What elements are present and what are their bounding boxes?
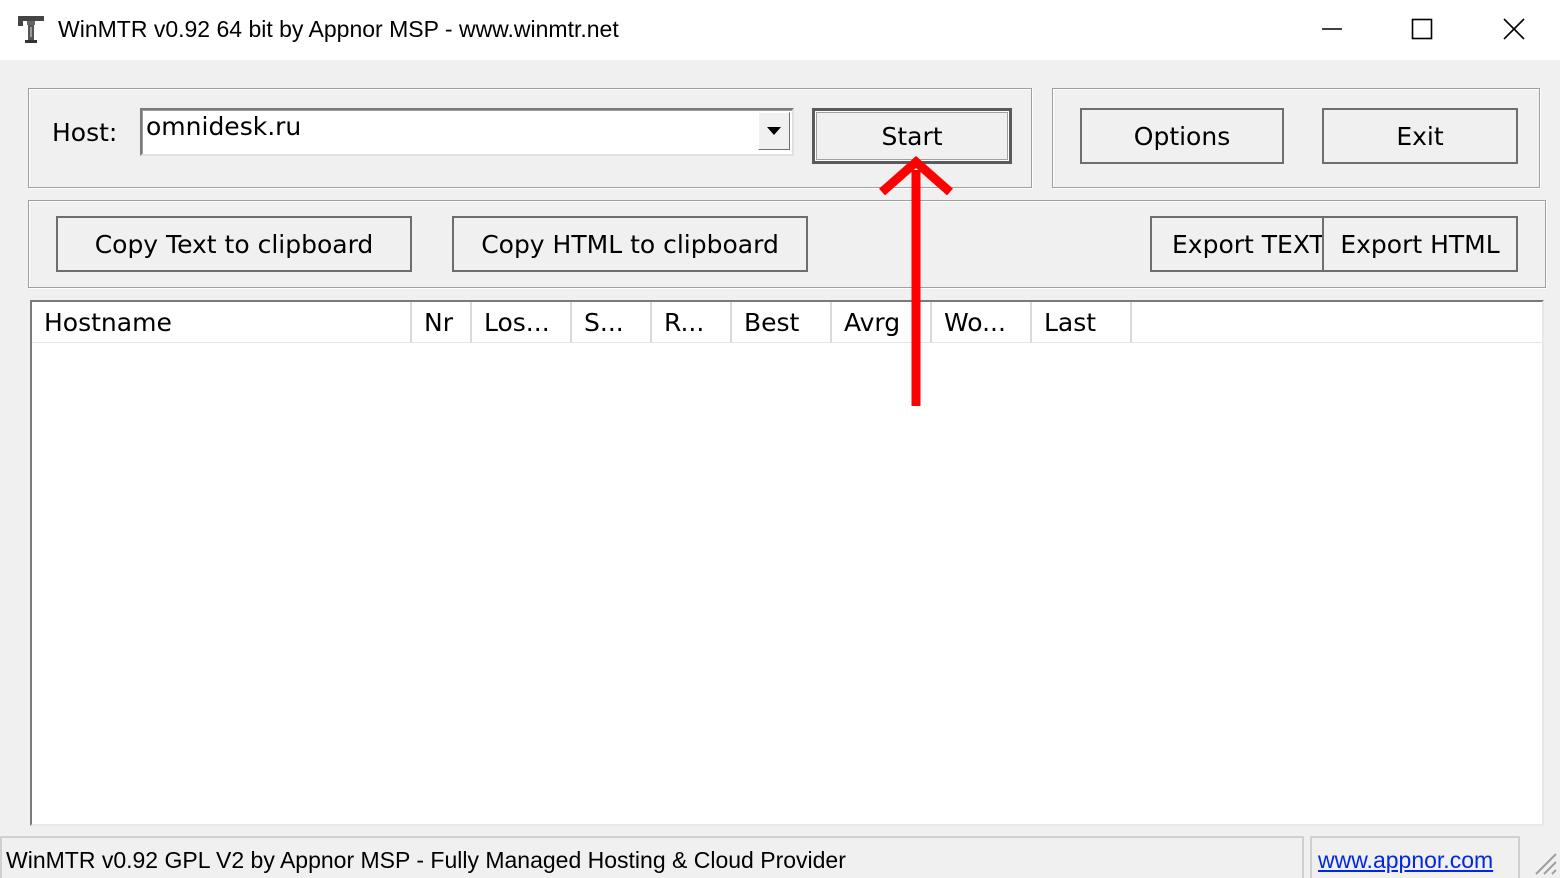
status-bar: WinMTR v0.92 GPL V2 by Appnor MSP - Full… xyxy=(0,832,1560,878)
column-header-avrg[interactable]: Avrg xyxy=(832,302,932,342)
maximize-icon xyxy=(1411,18,1433,40)
resize-grip-icon[interactable] xyxy=(1530,848,1558,876)
copy-text-button[interactable]: Copy Text to clipboard xyxy=(56,216,412,272)
column-header-nr[interactable]: Nr xyxy=(412,302,472,342)
status-link-pane: www.appnor.com xyxy=(1310,836,1520,878)
host-combobox[interactable]: omnidesk.ru xyxy=(140,108,794,156)
window-title: WinMTR v0.92 64 bit by Appnor MSP - www.… xyxy=(58,16,619,42)
column-header-best[interactable]: Best xyxy=(732,302,832,342)
column-header-hostname[interactable]: Hostname xyxy=(32,302,412,342)
options-button[interactable]: Options xyxy=(1080,108,1284,164)
table-header: Hostname Nr Los... S... R... Best Avrg W… xyxy=(32,302,1542,343)
status-text: WinMTR v0.92 GPL V2 by Appnor MSP - Full… xyxy=(0,836,1304,878)
column-header-worst[interactable]: Wo... xyxy=(932,302,1032,342)
chevron-down-icon xyxy=(767,127,781,135)
appnor-link[interactable]: www.appnor.com xyxy=(1318,847,1493,873)
minimize-icon xyxy=(1322,28,1342,30)
close-button[interactable] xyxy=(1469,0,1559,58)
exit-button[interactable]: Exit xyxy=(1322,108,1518,164)
column-header-last[interactable]: Last xyxy=(1032,302,1132,342)
export-text-button[interactable]: Export TEXT xyxy=(1150,216,1326,272)
export-html-button[interactable]: Export HTML xyxy=(1322,216,1518,272)
start-button[interactable]: Start xyxy=(812,108,1012,164)
column-header-sent[interactable]: S... xyxy=(572,302,652,342)
combo-dropdown-button[interactable] xyxy=(758,112,790,150)
title-bar: WinMTR v0.92 64 bit by Appnor MSP - www.… xyxy=(0,0,1560,60)
results-table[interactable]: Hostname Nr Los... S... R... Best Avrg W… xyxy=(30,300,1544,826)
host-label: Host: xyxy=(52,118,118,147)
copy-html-button[interactable]: Copy HTML to clipboard xyxy=(452,216,808,272)
maximize-button[interactable] xyxy=(1377,0,1467,58)
winmtr-app-icon xyxy=(16,14,46,44)
column-header-loss[interactable]: Los... xyxy=(472,302,572,342)
host-input[interactable]: omnidesk.ru xyxy=(146,112,301,141)
close-icon xyxy=(1503,18,1525,40)
minimize-button[interactable] xyxy=(1287,0,1377,58)
column-header-received[interactable]: R... xyxy=(652,302,732,342)
